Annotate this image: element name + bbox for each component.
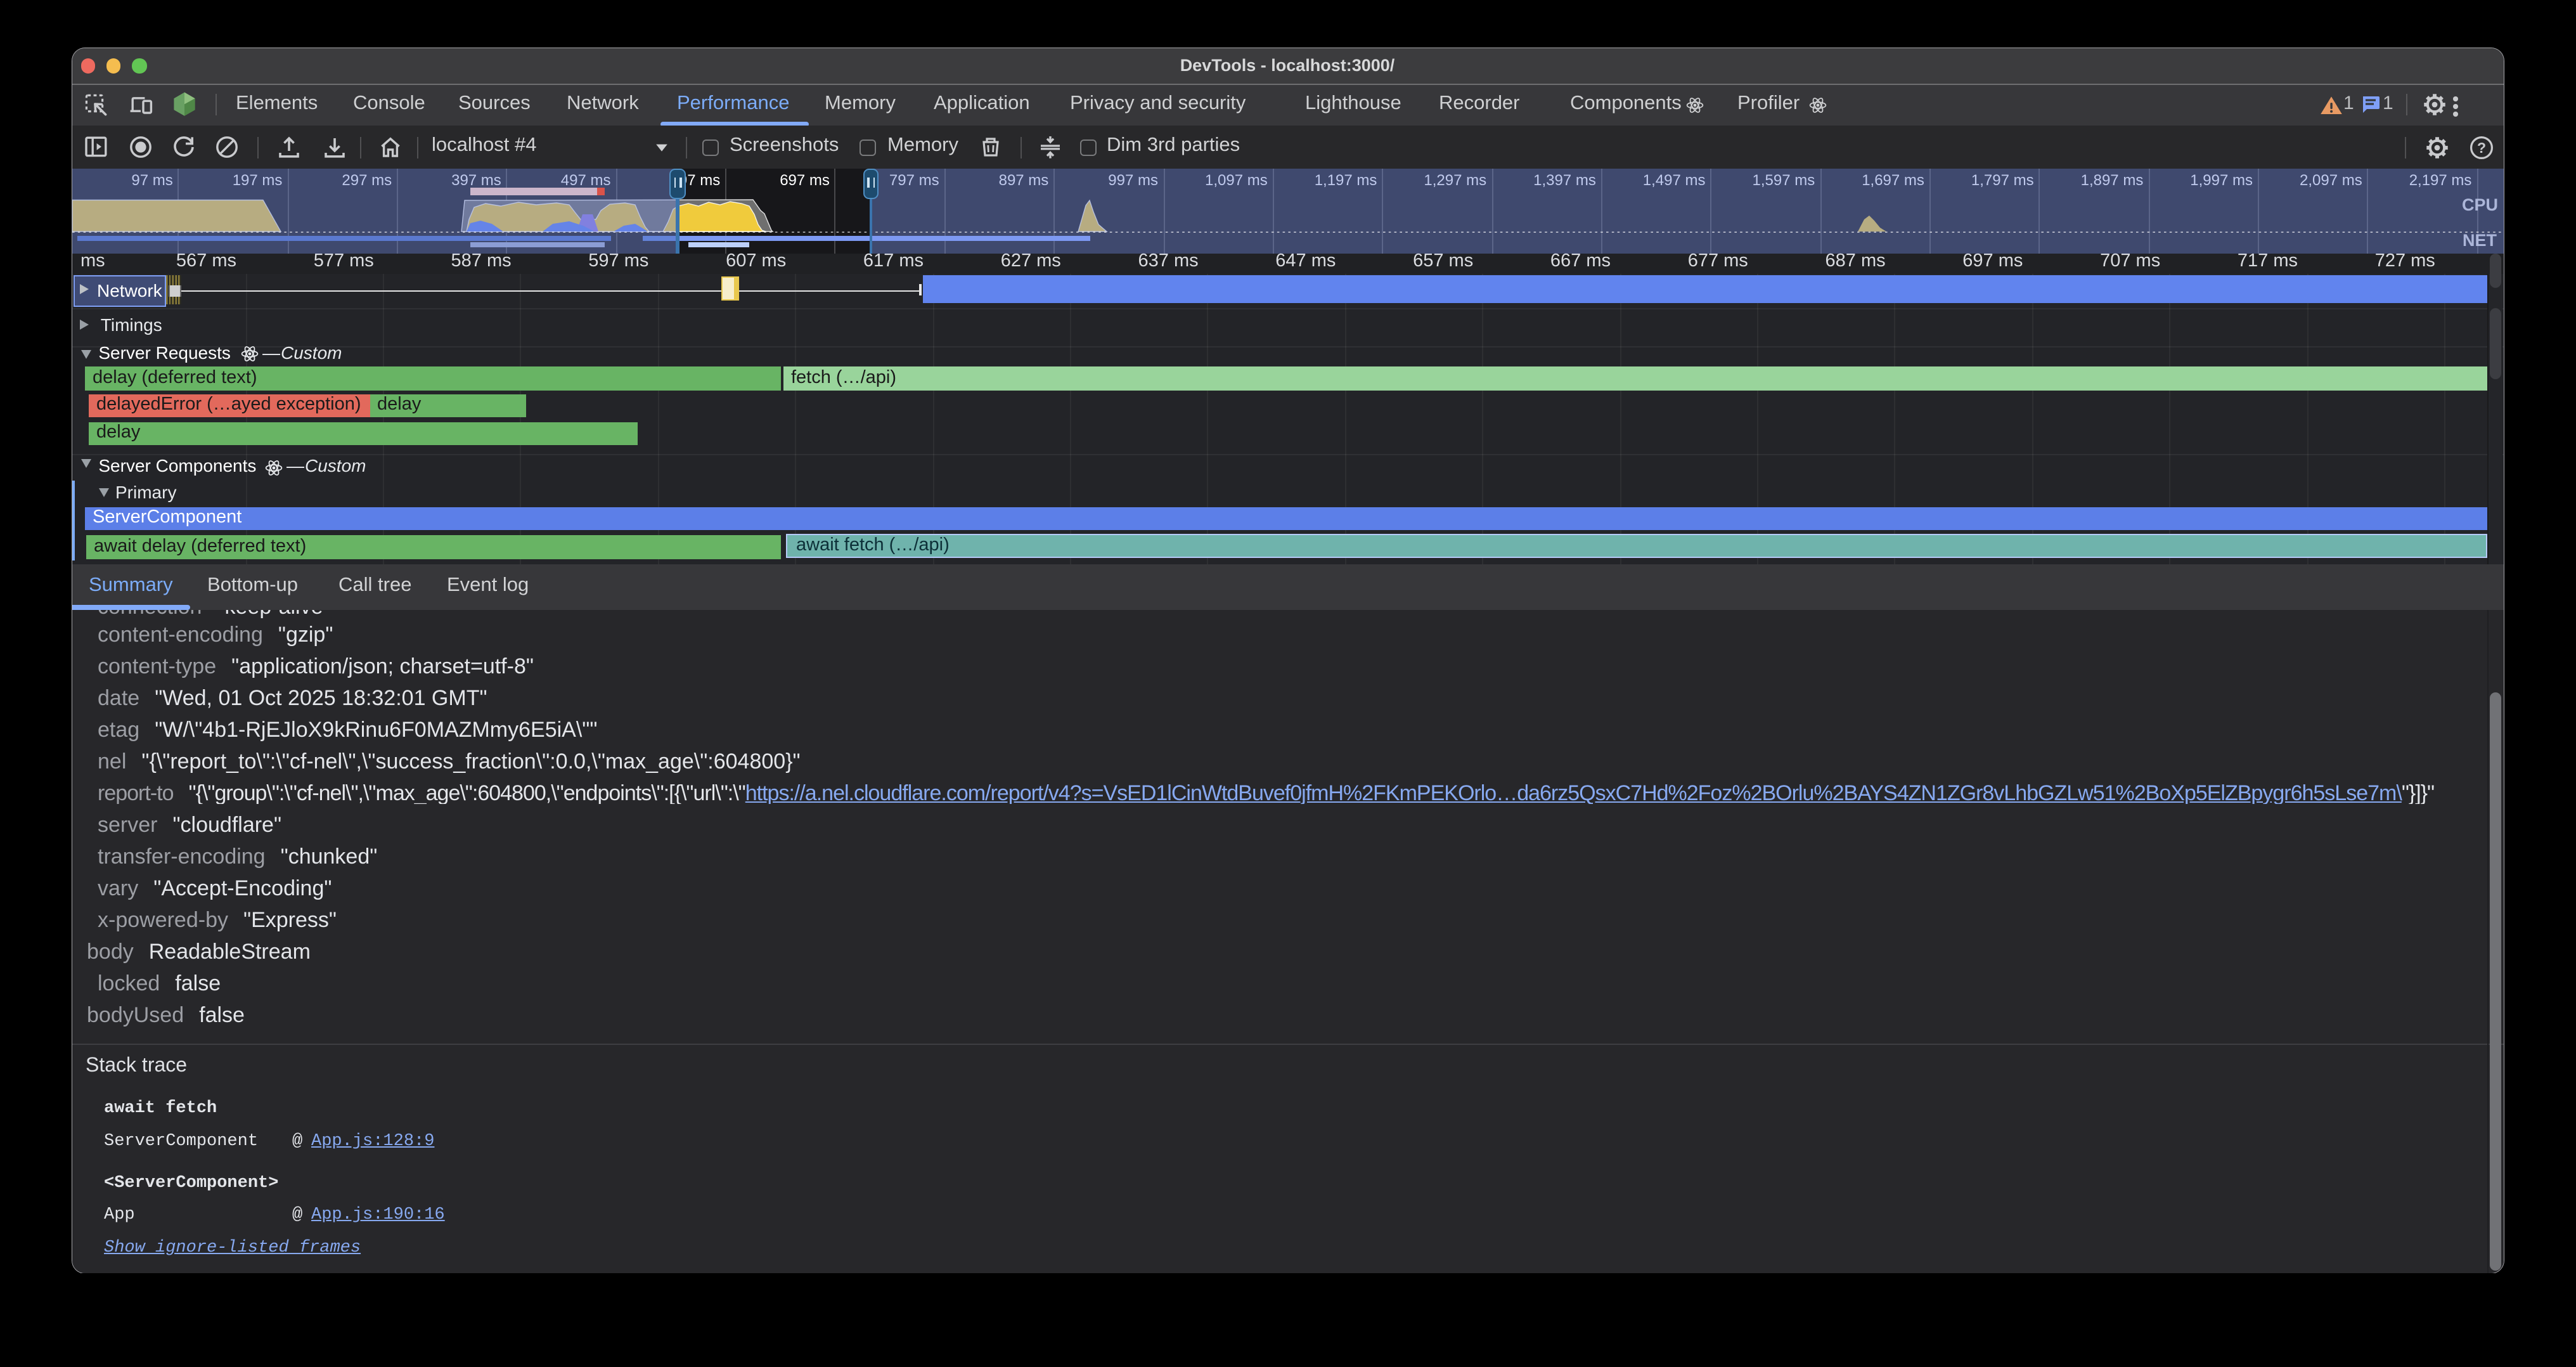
svg-text:?: ? — [2476, 139, 2485, 155]
